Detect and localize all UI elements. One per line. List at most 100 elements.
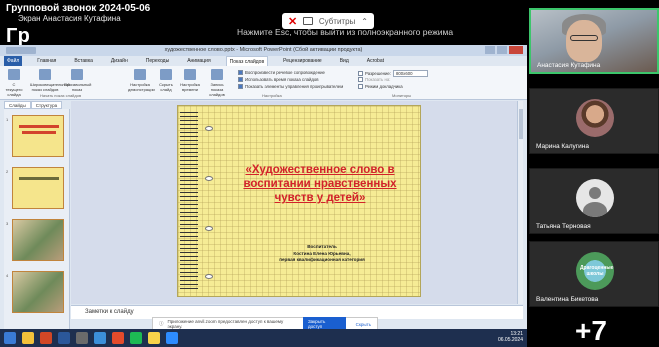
- screen-share-view: Групповой звонок 2024-05-06 Экран Анаста…: [0, 0, 659, 347]
- custom-show-icon: [71, 69, 83, 80]
- tab-review[interactable]: Рецензирование: [280, 56, 325, 66]
- timer-icon: [184, 69, 196, 80]
- slide-editor: «Художественное слово в воспитании нравс…: [71, 101, 523, 304]
- powerpoint-window: художественное слово.pptx - Microsoft Po…: [0, 45, 527, 347]
- current-slide[interactable]: «Художественное слово в воспитании нравс…: [177, 105, 421, 297]
- captions-icon: [303, 17, 313, 25]
- maximize-button[interactable]: [497, 46, 507, 54]
- record-icon: [211, 69, 223, 80]
- yandex-icon[interactable]: [148, 332, 160, 344]
- opera-icon[interactable]: [112, 332, 124, 344]
- participant-name: Татьяна Терновая: [536, 223, 591, 230]
- ring: [205, 274, 213, 279]
- more-participants-count[interactable]: +7: [575, 316, 607, 346]
- use-timings-checkbox[interactable]: Использовать время показа слайдов: [238, 77, 319, 82]
- broadcast-icon: [39, 69, 51, 80]
- participant-tile[interactable]: Драгоценные школы Валентина Бикетова: [529, 241, 659, 307]
- user-icon: [576, 179, 614, 217]
- resolution-select[interactable]: Разрешение: 800x600: [358, 70, 428, 77]
- windows-taskbar: 13:21 06.05.2024: [0, 329, 527, 347]
- participant-name: Марина Калугина: [536, 143, 590, 150]
- hide-slide-button[interactable]: Скрыть слайд: [156, 69, 176, 92]
- participant-name: Валентина Бикетова: [536, 296, 599, 303]
- chevron-down-icon[interactable]: ⌃: [361, 17, 368, 26]
- narration-checkbox[interactable]: Воспроизвести речевое сопровождение: [238, 70, 325, 75]
- slides-panel-tabs: Слайды Структура: [4, 101, 70, 109]
- hide-banner-button[interactable]: Скрыть: [350, 320, 377, 329]
- tab-acrobat[interactable]: Acrobat: [364, 56, 387, 66]
- avatar: Драгоценные школы: [576, 252, 614, 290]
- school-logo-text: Драгоценные школы: [580, 265, 614, 277]
- subtitles-label: Субтитры: [318, 16, 356, 26]
- mail-icon[interactable]: [94, 332, 106, 344]
- ring: [205, 226, 213, 231]
- quick-access-toolbar[interactable]: [6, 47, 36, 54]
- meeting-title: Групповой звонок 2024-05-06: [6, 3, 151, 14]
- browser-icon[interactable]: [130, 332, 142, 344]
- tab-slide-show[interactable]: Показ слайдов: [225, 55, 269, 67]
- tab-insert[interactable]: Вставка: [71, 56, 96, 66]
- monitor-icon: [358, 77, 363, 82]
- word-icon[interactable]: [58, 332, 70, 344]
- app-icon[interactable]: [76, 332, 88, 344]
- ppt-title-bar: художественное слово.pptx - Microsoft Po…: [0, 45, 527, 56]
- setup-icon: [134, 69, 146, 80]
- record-show-button[interactable]: Запись показа слайдов: [204, 69, 230, 97]
- slide-thumbnail[interactable]: 3: [6, 219, 64, 261]
- participant-tile-speaker[interactable]: Анастасия Кутафина: [529, 8, 659, 74]
- presenter-view-checkbox[interactable]: Режим докладчика: [358, 84, 403, 89]
- slide-thumbnail[interactable]: 1: [6, 115, 64, 157]
- from-current-slide-button[interactable]: С текущего слайда: [4, 69, 24, 97]
- checkbox[interactable]: [238, 77, 243, 82]
- tab-transitions[interactable]: Переходы: [143, 56, 172, 66]
- start-icon[interactable]: [4, 332, 16, 344]
- tab-animations[interactable]: Анимация: [184, 56, 213, 66]
- hide-slide-icon: [160, 69, 172, 80]
- media-controls-checkbox[interactable]: Показать элементы управления проигрывате…: [238, 84, 343, 89]
- slide-thumbnail[interactable]: 2: [6, 167, 64, 209]
- minimize-button[interactable]: [485, 46, 495, 54]
- participants-panel: Анастасия Кутафина Марина Калугина Татья…: [527, 0, 659, 347]
- share-banner-text: Приложение anvil.zoom предоставлен досту…: [167, 319, 284, 329]
- slideshow-icon: [8, 69, 20, 80]
- slide-title: «Художественное слово в воспитании нравс…: [243, 164, 397, 204]
- group-label-setup: Настройка: [262, 93, 282, 98]
- broadcast-button[interactable]: Широковещательный показ слайдов: [30, 69, 70, 92]
- participant-tile[interactable]: Татьяна Терновая: [529, 168, 659, 234]
- fullscreen-exit-hint: Нажмите Esc, чтобы выйти из полноэкранно…: [237, 27, 454, 37]
- powerpoint-icon[interactable]: [40, 332, 52, 344]
- share-info-icon: ⓘ: [159, 321, 164, 326]
- participant-tile[interactable]: Марина Калугина: [529, 88, 659, 154]
- folder-icon[interactable]: [22, 332, 34, 344]
- checkbox[interactable]: [238, 70, 243, 75]
- tab-design[interactable]: Дизайн: [108, 56, 131, 66]
- tab-file[interactable]: Файл: [4, 56, 23, 66]
- ribbon-tabs: Файл Главная Вставка Дизайн Переходы Ани…: [0, 55, 527, 67]
- group-label-start: Начать показ слайдов: [40, 93, 82, 98]
- setup-show-button[interactable]: Настройка демонстрации: [128, 69, 155, 92]
- zoom-icon[interactable]: [166, 332, 178, 344]
- taskbar-clock: 13:21 06.05.2024: [497, 331, 523, 343]
- participant-video: [566, 20, 602, 62]
- custom-show-button[interactable]: Произвольный показ: [64, 69, 91, 92]
- show-on-select[interactable]: Показать на:: [358, 77, 390, 82]
- tab-view[interactable]: Вид: [337, 56, 352, 66]
- close-button[interactable]: [509, 46, 523, 54]
- checkbox[interactable]: [358, 84, 363, 89]
- tab-slides[interactable]: Слайды: [4, 101, 31, 109]
- group-label-monitors: Мониторы: [392, 93, 412, 98]
- overlay-letters: Гр: [6, 25, 31, 47]
- rehearse-timings-button[interactable]: Настройка времени: [180, 69, 200, 92]
- slide-thumbnails: 1 2 3 4: [4, 109, 70, 334]
- tab-home[interactable]: Главная: [34, 56, 59, 66]
- tab-outline[interactable]: Структура: [30, 101, 63, 109]
- vertical-scrollbar[interactable]: [517, 101, 523, 304]
- ribbon: С текущего слайда Широковещательный пока…: [0, 66, 527, 100]
- slide-author: Воспитатель Костина Елена Юрьевна, перва…: [279, 244, 365, 262]
- slide-thumbnail[interactable]: 4: [6, 271, 64, 313]
- ppt-window-title: художественное слово.pptx - Microsoft Po…: [164, 47, 363, 53]
- ring: [205, 126, 213, 131]
- screen-owner-label: Экран Анастасия Кутафина: [18, 14, 121, 23]
- checkbox[interactable]: [238, 84, 243, 89]
- close-icon[interactable]: ✕: [288, 15, 297, 28]
